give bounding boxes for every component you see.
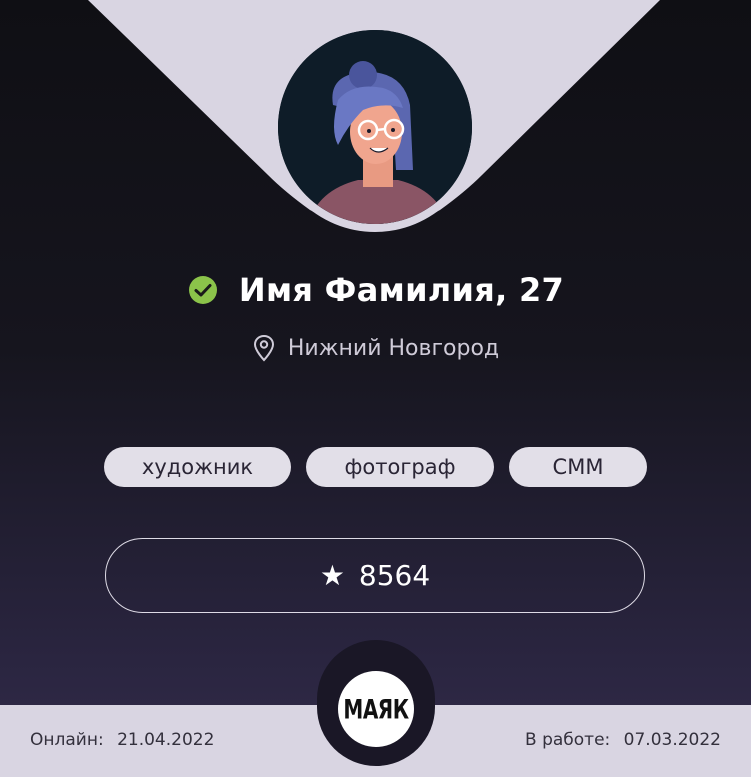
profile-name: Имя Фамилия, 27 <box>238 271 565 309</box>
online-status: Онлайн: 21.04.2022 <box>30 730 214 750</box>
online-label: Онлайн: <box>30 730 104 750</box>
location-row: Нижний Новгород <box>0 330 751 366</box>
work-label: В работе: <box>525 730 611 750</box>
avatar[interactable] <box>278 30 472 224</box>
rating-value: 8564 <box>358 559 431 592</box>
tag-chip[interactable]: художник <box>104 447 291 487</box>
profile-city: Нижний Новгород <box>287 335 500 361</box>
tag-chip[interactable]: фотограф <box>306 447 494 487</box>
logo-text: МАЯК <box>343 692 409 726</box>
online-date: 21.04.2022 <box>117 730 215 750</box>
work-date: 07.03.2022 <box>623 730 721 750</box>
verified-check-icon <box>188 276 217 304</box>
location-pin-icon <box>253 334 274 362</box>
mayak-logo[interactable]: МАЯК <box>338 671 414 747</box>
work-status: В работе: 07.03.2022 <box>525 730 721 750</box>
rating-button[interactable]: ★ 8564 <box>105 538 645 613</box>
avatar-illustration <box>278 30 472 224</box>
name-row: Имя Фамилия, 27 <box>0 268 751 312</box>
tag-chip[interactable]: СММ <box>509 447 647 487</box>
star-icon: ★ <box>319 558 345 592</box>
tags-list: художник фотограф СММ <box>0 447 751 487</box>
